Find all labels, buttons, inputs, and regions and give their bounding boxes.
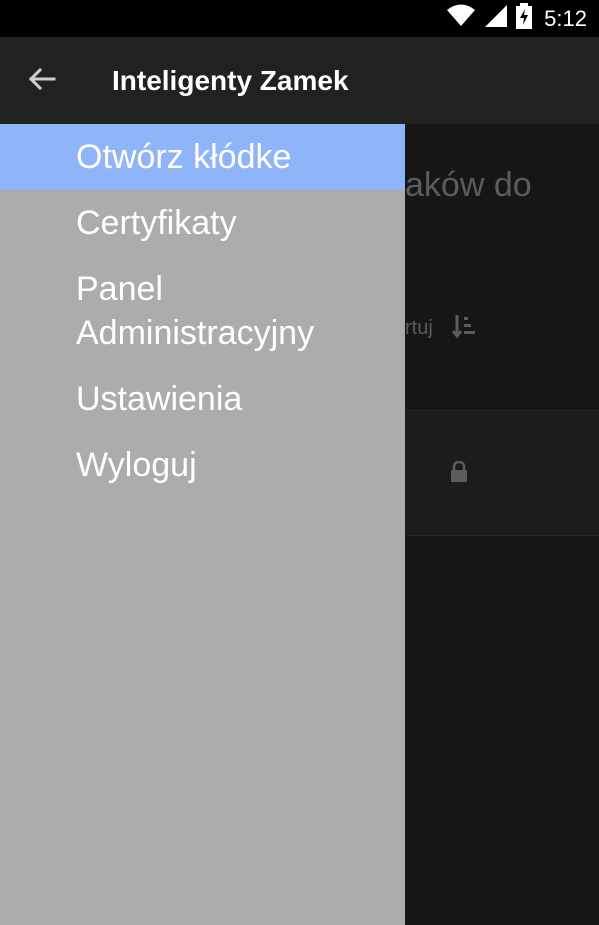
battery-charging-icon — [516, 3, 533, 34]
wifi-icon — [446, 4, 476, 33]
drawer-item-wyloguj[interactable]: Wyloguj — [0, 432, 405, 498]
drawer-item-ustawienia[interactable]: Ustawienia — [0, 366, 405, 432]
app-title: Inteligenty Zamek — [112, 64, 349, 96]
drawer-item-panel-administracyjny[interactable]: Panel Administracyjny — [0, 256, 405, 366]
drawer-item-label: Otwórz kłódke — [76, 138, 292, 176]
sort-label-fragment: rtuj — [405, 316, 433, 339]
navigation-drawer: Otwórz kłódke Certyfikaty Panel Administ… — [0, 124, 405, 925]
content-header-fragment: aków do — [405, 166, 532, 204]
screen: 5:12 Inteligenty Zamek aków do rtuj Otwó… — [0, 0, 599, 925]
drawer-item-label: Ustawienia — [76, 380, 243, 418]
lock-icon — [450, 460, 468, 488]
arrow-back-icon — [28, 67, 56, 96]
back-button[interactable] — [14, 57, 70, 105]
status-time: 5:12 — [544, 5, 587, 31]
app-bar: Inteligenty Zamek — [0, 37, 599, 124]
drawer-item-label: Wyloguj — [76, 446, 197, 484]
status-icons: 5:12 — [446, 0, 587, 37]
sort-icon — [451, 313, 477, 344]
status-bar: 5:12 — [0, 0, 599, 37]
drawer-item-label: Certyfikaty — [76, 204, 237, 242]
signal-icon — [484, 4, 508, 33]
drawer-item-certyfikaty[interactable]: Certyfikaty — [0, 190, 405, 256]
drawer-item-label: Panel Administracyjny — [76, 270, 315, 352]
drawer-item-otworz-klodke[interactable]: Otwórz kłódke — [0, 124, 405, 190]
